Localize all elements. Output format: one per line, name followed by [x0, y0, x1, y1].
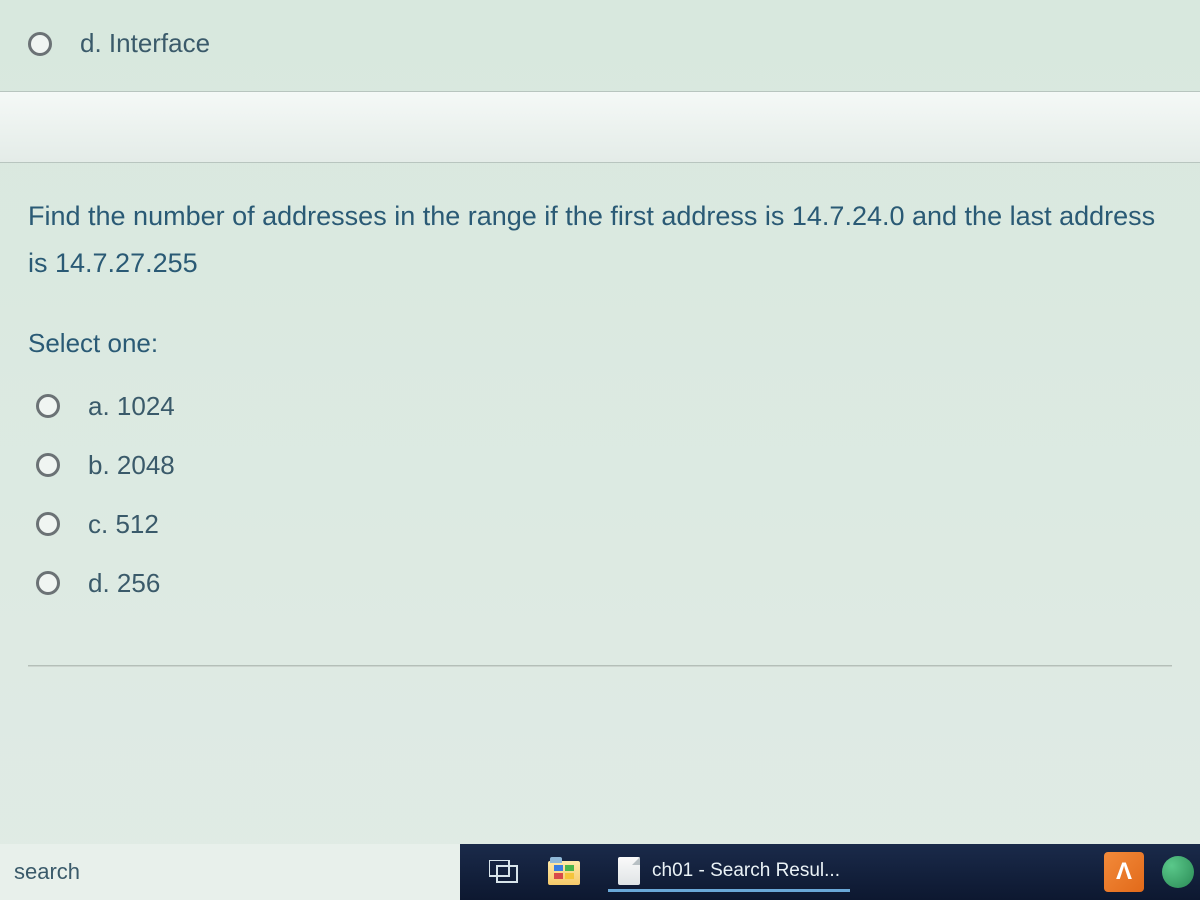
previous-question-option-d: d. Interface — [0, 0, 1200, 91]
windows-taskbar: search — [0, 844, 1200, 900]
question-divider — [0, 91, 1200, 163]
option-c[interactable]: c. 512 — [36, 495, 1172, 554]
radio-icon[interactable] — [36, 394, 60, 418]
radio-icon[interactable] — [36, 571, 60, 595]
radio-icon[interactable] — [36, 453, 60, 477]
taskbar-center: ch01 - Search Resul... — [460, 853, 878, 892]
orange-app-icon[interactable]: Λ — [1104, 852, 1144, 892]
select-one-prompt: Select one: — [28, 328, 1172, 359]
document-icon — [618, 857, 640, 885]
options-list: a. 1024 b. 2048 c. 512 d. 256 — [36, 377, 1172, 613]
task-view-icon[interactable] — [488, 856, 520, 888]
option-d[interactable]: d. 256 — [36, 554, 1172, 613]
radio-icon[interactable] — [36, 512, 60, 536]
taskbar-app-label: ch01 - Search Resul... — [652, 860, 840, 882]
orange-glyph: Λ — [1116, 858, 1132, 886]
option-row[interactable]: d. Interface — [28, 18, 1200, 69]
file-explorer-icon[interactable] — [548, 856, 580, 888]
search-text: search — [14, 859, 80, 885]
question-block: Find the number of addresses in the rang… — [0, 163, 1200, 685]
bottom-separator — [28, 665, 1172, 667]
option-label: a. 1024 — [88, 391, 175, 422]
question-text: Find the number of addresses in the rang… — [28, 193, 1172, 288]
taskbar-app-ch01[interactable]: ch01 - Search Resul... — [608, 853, 850, 892]
green-app-icon[interactable] — [1162, 856, 1194, 888]
option-label: d. Interface — [80, 28, 210, 59]
option-b[interactable]: b. 2048 — [36, 436, 1172, 495]
taskbar-search-box[interactable]: search — [0, 844, 460, 900]
option-label: d. 256 — [88, 568, 160, 599]
option-label: b. 2048 — [88, 450, 175, 481]
radio-icon[interactable] — [28, 32, 52, 56]
option-label: c. 512 — [88, 509, 159, 540]
taskbar-right: Λ — [1104, 852, 1200, 892]
option-a[interactable]: a. 1024 — [36, 377, 1172, 436]
